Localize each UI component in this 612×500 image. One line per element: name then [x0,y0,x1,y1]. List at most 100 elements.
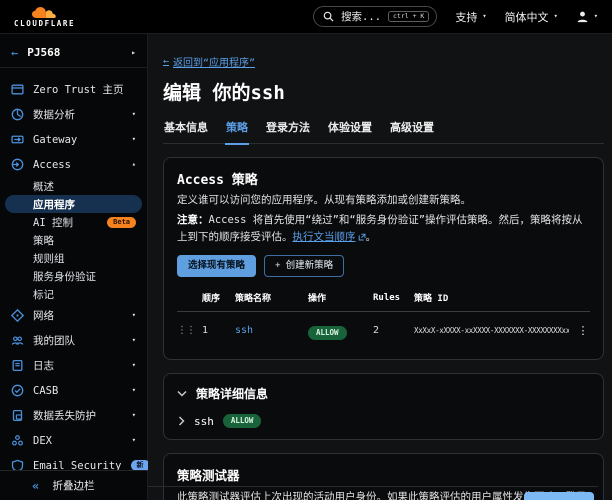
sidebar-item-networks[interactable]: 网络 ▾ [0,303,147,328]
user-icon [576,10,589,23]
sidebar-item-label: Zero Trust 主页 [33,82,124,97]
column-order: 顺序 [202,291,228,304]
sidebar-subitem-policies[interactable]: 策略 [0,231,147,249]
sidebar-item-label: Gateway [33,134,77,146]
sidebar-subitem-ai-controls[interactable]: AI 控制 Beta [0,213,147,231]
row-menu-button[interactable]: ⋮ [576,324,590,337]
column-rules: Rules [373,293,407,303]
tab-policies[interactable]: 策略 [225,119,249,143]
save-button-partial[interactable] [524,492,594,500]
sidebar-item-label: 概述 [33,179,54,194]
enforcement-order-link[interactable]: 执行文当顺序 [293,231,356,243]
sidebar-subitem-applications[interactable]: 应用程序 [5,195,142,213]
logo-wordmark: CLOUDFLARE [14,20,75,28]
select-existing-policy-button[interactable]: 选择现有策略 [177,255,256,277]
chevron-down-icon: ▾ [482,13,486,20]
account-name: PJ568 [27,46,122,59]
sidebar-item-dlp[interactable]: 数据丢失防护 ▾ [0,403,147,428]
collapse-icon: « [32,479,39,493]
back-link-label: 返回到“应用程序” [173,54,255,69]
sidebar-item-label: 数据分析 [33,107,75,122]
chevron-right-icon: ▸ [131,48,136,57]
column-policy-name: 策略名称 [235,291,301,304]
search-placeholder: 搜索... [341,9,381,24]
policy-details-card: 策略详细信息 ssh ALLOW [163,373,604,440]
footer-divider [148,486,598,487]
allow-badge: ALLOW [308,326,347,340]
chevron-right-icon [178,416,185,426]
sidebar-item-gateway[interactable]: Gateway ▾ [0,127,147,152]
column-action: 操作 [308,291,366,304]
chevron-up-icon: ▴ [132,161,136,168]
row-rules-count: 2 [373,325,407,336]
language-label: 简体中文 [505,9,549,25]
sidebar-item-logs[interactable]: 日志 ▾ [0,353,147,378]
row-order: 1 [202,325,228,336]
search-shortcut-badge: ctrl + K [388,11,429,23]
sidebar-item-analytics[interactable]: 数据分析 ▾ [0,102,147,127]
gateway-icon [11,133,24,146]
access-policies-description: 定义谁可以访问您的应用程序。从现有策略添加或创建新策略。 [177,192,590,208]
sidebar-item-access[interactable]: Access ▴ [0,152,147,177]
sidebar-item-zero-trust-home[interactable]: Zero Trust 主页 [0,77,147,102]
back-arrow-icon: ← [11,46,18,60]
sidebar-item-label: 应用程序 [33,197,75,212]
access-policies-card: Access 策略 定义谁可以访问您的应用程序。从现有策略添加或创建新策略。 注… [163,157,604,360]
sidebar: ← PJ568 ▸ Zero Trust 主页 数据分析 ▾ Gateway ▾ [0,34,148,500]
sidebar-subitem-overview[interactable]: 概述 [0,177,147,195]
policy-details-toggle[interactable]: 策略详细信息 [177,385,590,402]
sidebar-nav: Zero Trust 主页 数据分析 ▾ Gateway ▾ Access ▴ [0,68,147,478]
support-menu[interactable]: 支持 ▾ [455,9,486,25]
sidebar-subitem-service-auth[interactable]: 服务身份验证 [0,267,147,285]
back-to-applications-link[interactable]: ← 返回到“应用程序” [163,54,255,69]
tab-advanced-settings[interactable]: 高级设置 [389,119,435,143]
sidebar-item-label: 服务身份验证 [33,269,96,284]
account-switcher[interactable]: ← PJ568 ▸ [0,38,147,68]
language-menu[interactable]: 简体中文 ▾ [505,9,558,25]
global-search[interactable]: 搜索... ctrl + K [313,6,437,27]
chevron-down-icon: ▾ [132,337,136,344]
policy-details-row-ssh[interactable]: ssh ALLOW [177,414,590,428]
sidebar-item-dex[interactable]: DEX ▾ [0,428,147,453]
sidebar-item-casb[interactable]: CASB ▾ [0,378,147,403]
sidebar-subitem-tags[interactable]: 标记 [0,285,147,303]
drag-handle[interactable]: ⋮⋮ [177,325,195,336]
policy-details-title: 策略详细信息 [196,385,268,402]
team-icon [11,334,24,347]
chevron-down-icon: ▾ [132,111,136,118]
sidebar-item-label: 网络 [33,308,54,323]
policy-name-link[interactable]: ssh [235,325,301,336]
policy-table: 顺序 策略名称 操作 Rules 策略 ID ⋮⋮ 1 ssh ALLOW 2 … [177,287,590,348]
action-cell: ALLOW [308,320,366,340]
chevron-down-icon: ▾ [132,387,136,394]
note-suffix: 。 [366,231,377,243]
tab-basic-info[interactable]: 基本信息 [163,119,209,143]
dex-icon [11,434,24,447]
sidebar-item-label: 日志 [33,358,54,373]
sidebar-item-my-team[interactable]: 我的团队 ▾ [0,328,147,353]
sidebar-item-label: 策略 [33,233,54,248]
collapse-sidebar-button[interactable]: « 折叠边栏 [0,470,147,500]
sidebar-subitem-rule-groups[interactable]: 规则组 [0,249,147,267]
column-policy-id: 策略 ID [414,291,569,304]
row-policy-id: XxXxX-xXXXX-xxXXXX-XXXXXXX-XXXXXXXXxxxX [414,326,569,335]
external-link-icon [358,233,366,241]
create-new-policy-button[interactable]: + 创建新策略 [264,255,344,277]
detail-policy-name: ssh [194,415,214,428]
tab-experience-settings[interactable]: 体验设置 [327,119,373,143]
cloudflare-zero-trust-app: CLOUDFLARE 搜索... ctrl + K 支持 ▾ 简体中文 ▾ [0,0,612,500]
table-row: ⋮⋮ 1 ssh ALLOW 2 XxXxX-xXXXX-xxXXXX-XXXX… [177,312,590,348]
allow-badge: ALLOW [223,414,262,428]
chevron-down-icon: ▾ [554,13,558,20]
account-menu[interactable]: ▾ [576,10,598,23]
home-icon [11,83,24,96]
back-arrow-icon: ← [163,56,169,67]
main-content: ← 返回到“应用程序” 编辑 你的ssh 基本信息 策略 登录方法 体验设置 高… [148,34,612,500]
network-icon [11,309,24,322]
access-policies-note: 注意：Access 将首先使用“绕过”和“服务身份验证”操作评估策略。然后，策略… [177,212,590,245]
create-new-policy-label: 创建新策略 [286,260,334,272]
cloudflare-logo[interactable]: CLOUDFLARE [14,6,75,28]
tab-login-methods[interactable]: 登录方法 [265,119,311,143]
chevron-down-icon: ▾ [132,412,136,419]
access-policies-title: Access 策略 [177,169,590,188]
